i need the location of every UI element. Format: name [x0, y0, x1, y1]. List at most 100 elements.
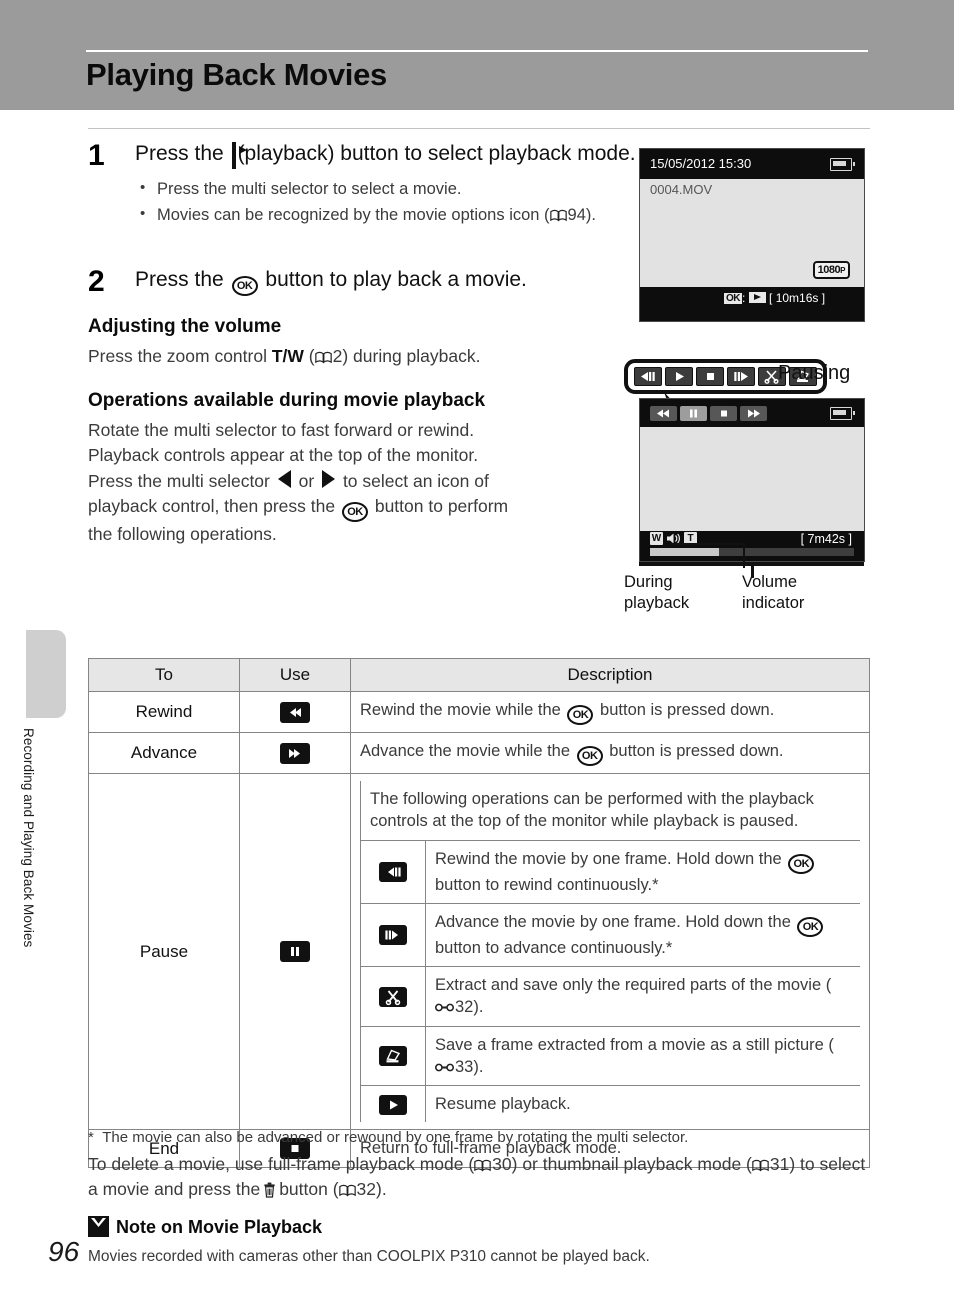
play-icon — [379, 1094, 407, 1115]
row-rewind-description: Rewind the movie while the OK button is … — [350, 691, 870, 733]
save-frame-ref-number: 33 — [455, 1057, 474, 1076]
frame-advance-description: Advance the movie by one frame. Hold dow… — [425, 902, 860, 968]
callout-stop-icon — [696, 367, 724, 386]
scissors-icon — [379, 986, 407, 1007]
footnote: * The movie can also be advanced or rewo… — [88, 1128, 878, 1148]
caption-during-playback-line2: playback — [624, 593, 690, 612]
zoom-control-label: T/W — [271, 346, 304, 367]
caption-volume-indicator-line2: indicator — [742, 593, 805, 612]
multi-selector-left-icon — [277, 469, 291, 488]
scissors-icon-cell — [360, 966, 426, 1027]
table-header-row: To Use Description — [88, 658, 870, 692]
ok-button-icon: OK — [788, 853, 815, 874]
pause-intro-text: The following operations can be performe… — [360, 781, 860, 841]
resume-play-icon-cell — [360, 1085, 426, 1123]
ok-button-icon: OK — [797, 916, 824, 937]
page-title: Playing Back Movies — [86, 57, 387, 92]
control-stop-icon[interactable] — [710, 406, 737, 421]
frame-advance-icon — [379, 925, 407, 946]
scissors-description: Extract and save only the required parts… — [425, 966, 860, 1027]
scissors-text-before: Extract and save only the required parts… — [435, 976, 832, 995]
pause-intro-row: The following operations can be performe… — [360, 781, 860, 841]
row-rewind-desc-before: Rewind the movie while the — [360, 701, 561, 719]
row-advance-desc-after: button is pressed down. — [609, 742, 784, 760]
callout-frame-advance-icon — [727, 367, 755, 386]
delete-movie-paragraph: To delete a movie, use full-frame playba… — [88, 1152, 878, 1202]
pause-icon — [280, 941, 310, 963]
table-row: Advance Advance the movie while the OK b… — [88, 732, 870, 774]
frame-rewind-text-before: Rewind the movie by one frame. Hold down… — [435, 849, 782, 868]
table-header-to: To — [88, 658, 240, 692]
battery-icon — [830, 407, 855, 420]
delete-part-4: button ( — [279, 1178, 339, 1199]
save-frame-description: Save a frame extracted from a movie as a… — [425, 1025, 860, 1087]
e-reference-icon — [435, 1003, 454, 1012]
table-row: Resume playback. — [360, 1085, 860, 1123]
volume-ref-number: 2 — [332, 346, 343, 367]
delete-ref-1: 30 — [492, 1154, 512, 1174]
caption-volume-indicator-line1: Volume — [742, 573, 798, 591]
camera-screen-during-playback: W T [ 7m42s ] — [639, 398, 865, 562]
playback-control-bar — [650, 406, 767, 421]
fast-forward-icon — [280, 742, 310, 764]
row-rewind-label: Rewind — [88, 691, 240, 733]
table-row: Rewind the movie by one frame. Hold down… — [360, 839, 860, 904]
book-reference-icon — [752, 1159, 769, 1172]
step-2-number: 2 — [88, 265, 105, 299]
control-pause-icon[interactable] — [680, 406, 707, 421]
section-tab-marker — [26, 630, 66, 718]
note-title: Note on Movie Playback — [116, 1217, 323, 1237]
table-row: Advance the movie by one frame. Hold dow… — [360, 902, 860, 968]
step-1-number: 1 — [88, 139, 105, 172]
rewind-icon — [280, 701, 310, 723]
screen-1-filename: 0004.MOV — [650, 182, 713, 197]
step-2-heading-after: button to play back a movie. — [265, 268, 527, 292]
frame-advance-icon-cell — [360, 902, 426, 968]
operations-line-4a: playback control, then press the — [88, 495, 336, 516]
table-header-description: Description — [350, 658, 870, 692]
multi-selector-right-icon — [322, 469, 336, 488]
row-advance-icon-cell — [239, 732, 351, 774]
row-pause-icon-cell — [239, 772, 351, 1131]
step-divider-rule — [88, 128, 870, 129]
footnote-text: The movie can also be advanced or rewoun… — [102, 1129, 689, 1146]
delete-part-2: ) or thumbnail playback mode ( — [511, 1154, 752, 1174]
scissors-text-after: ). — [473, 998, 484, 1017]
play-chip-icon — [748, 292, 766, 303]
operations-line-4b: button to perform — [374, 495, 509, 516]
footnote-marker: * — [88, 1129, 94, 1146]
book-reference-icon — [474, 1159, 491, 1172]
book-reference-icon — [314, 352, 332, 364]
row-pause-label: Pause — [88, 772, 240, 1131]
table-row: Rewind Rewind the movie while the OK but… — [88, 691, 870, 733]
save-frame-icon-cell — [360, 1025, 426, 1087]
volume-text-after: ) during playback. — [342, 346, 481, 367]
bullet-ref-number: 94 — [567, 206, 586, 225]
caption-during-playback-line1: During — [624, 573, 673, 591]
note-heading: Note on Movie Playback — [88, 1216, 322, 1238]
table-header-use: Use — [239, 658, 351, 692]
row-advance-label: Advance — [88, 732, 240, 774]
frame-rewind-description: Rewind the movie by one frame. Hold down… — [425, 839, 860, 904]
screen-1-duration: [ 10m16s ] — [769, 291, 826, 305]
movie-options-badge: 1080P — [812, 261, 850, 279]
page-number: 96 — [48, 1236, 80, 1267]
ok-button-icon: OK — [567, 705, 594, 725]
step-2-heading-before: Press the — [135, 268, 224, 292]
control-rewind-icon[interactable] — [650, 406, 677, 421]
frame-rewind-icon — [379, 862, 407, 883]
frame-rewind-text-after: button to rewind continuously.* — [435, 875, 659, 894]
resume-play-description: Resume playback. — [425, 1085, 860, 1123]
screen-2-image-area — [640, 427, 864, 531]
pause-sub-table: The following operations can be performe… — [360, 781, 860, 1123]
ok-button-icon: OK — [231, 276, 258, 297]
operations-line-3c: to select an icon of — [342, 470, 489, 491]
save-frame-icon — [379, 1046, 407, 1067]
control-fast-forward-icon[interactable] — [740, 406, 767, 421]
frame-rewind-icon-cell — [360, 839, 426, 904]
row-rewind-desc-after: button is pressed down. — [600, 701, 775, 719]
book-reference-icon — [549, 209, 567, 222]
note-warning-icon — [88, 1216, 109, 1237]
delete-part-5: ). — [376, 1178, 387, 1199]
bullet-text: Press the multi selector to select a mov… — [157, 179, 462, 198]
